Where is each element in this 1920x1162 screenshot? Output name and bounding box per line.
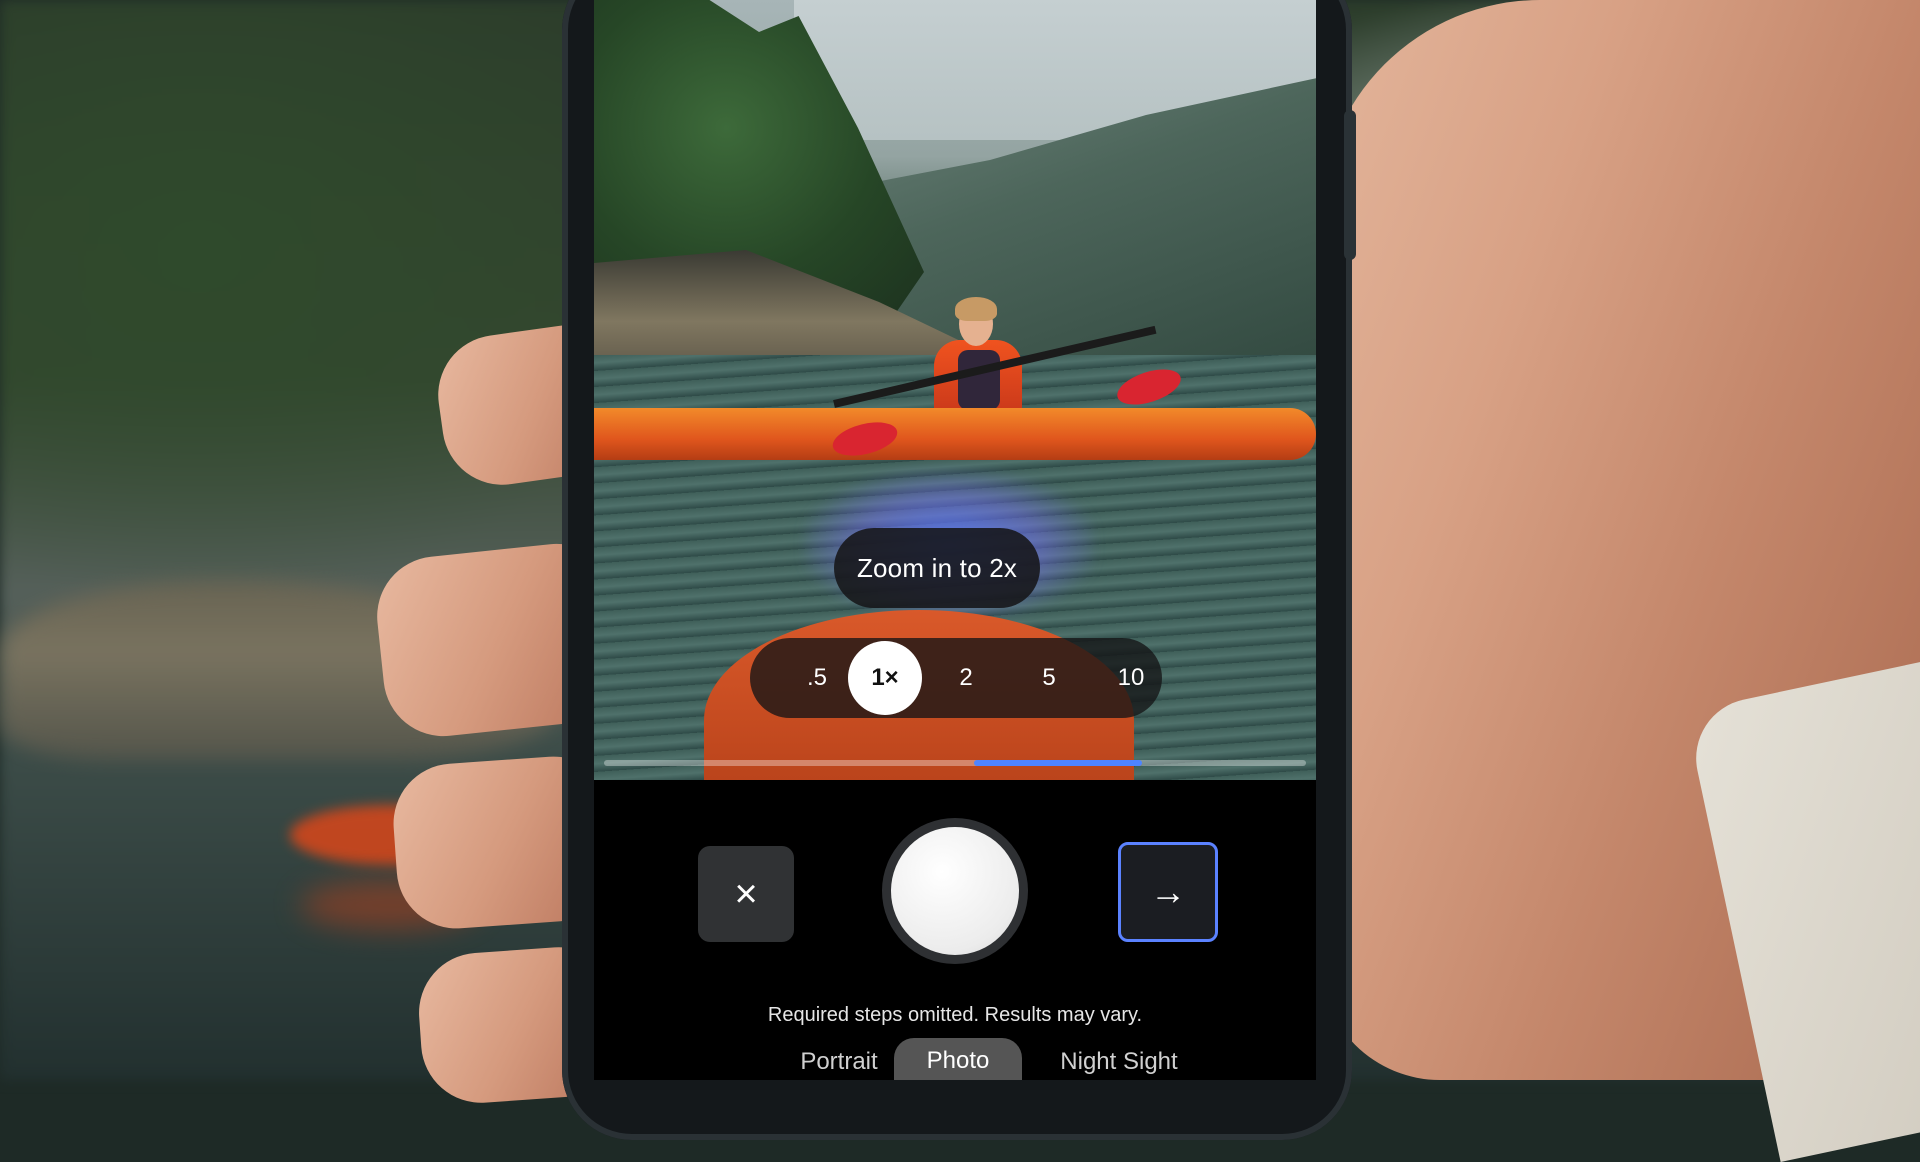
zoom-suggestion-chip[interactable]: Zoom in to 2x [834,528,1040,608]
shutter-button[interactable] [882,818,1028,964]
next-button[interactable]: → [1118,842,1218,942]
arrow-right-icon: → [1150,871,1186,912]
close-button[interactable]: × [698,846,794,942]
zoom-option-0-5x[interactable]: .5 [780,648,854,708]
progress-track [604,760,1306,766]
zoom-option-2x[interactable]: 2 [929,648,1003,708]
kayaker-vest [958,350,1000,410]
close-icon: × [734,871,758,916]
mode-selector: Portrait Photo Night Sight [594,1038,1316,1080]
disclaimer-text: Required steps omitted. Results may vary… [767,1004,1143,1026]
camera-controls: × → Required steps omitted. Results may … [594,780,1316,1080]
shutter-inner [891,827,1019,955]
kayak [594,408,1316,460]
phone-screen: Zoom in to 2x .5 2 5 10 1× × → Required … [594,0,1316,1080]
zoom-selector: .5 2 5 10 1× [750,638,1162,718]
zoom-option-10x[interactable]: 10 [1094,648,1168,708]
camera-viewfinder[interactable]: Zoom in to 2x .5 2 5 10 1× [594,0,1316,780]
zoom-option-5x[interactable]: 5 [1012,648,1086,708]
progress-fill [974,760,1143,766]
zoom-option-1x-selected[interactable]: 1× [848,641,922,715]
mode-night-sight[interactable]: Night Sight [1034,1042,1204,1080]
kayaker-hair [955,297,997,321]
mode-portrait[interactable]: Portrait [774,1042,904,1080]
mode-photo-selected[interactable]: Photo [894,1038,1022,1080]
phone-side-button [1344,110,1356,260]
